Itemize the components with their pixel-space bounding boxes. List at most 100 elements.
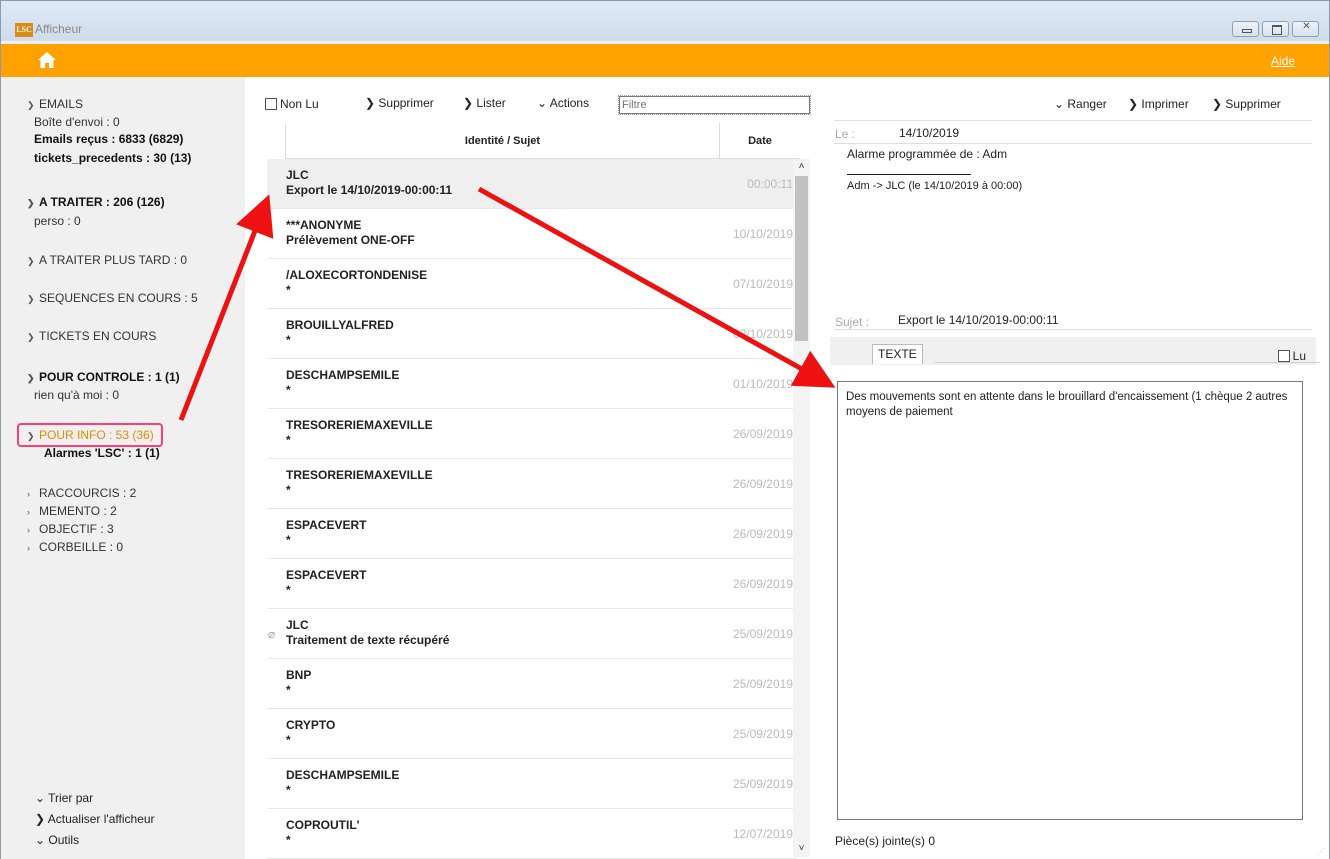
chevron-right-icon: › xyxy=(27,543,30,553)
row-subject: * xyxy=(286,833,291,847)
row-date: 25/09/2019 xyxy=(732,727,793,741)
message-row[interactable]: ESPACEVERT * 26/09/2019 xyxy=(267,559,797,609)
maximize-button[interactable] xyxy=(1262,21,1289,37)
lu-toggle[interactable]: Lu xyxy=(1277,349,1306,363)
message-row[interactable]: DESCHAMPSEMILE * 25/09/2019 xyxy=(267,759,797,809)
window-title: Afficheur xyxy=(35,22,83,36)
message-row[interactable]: /ALOXECORTONDENISE * 07/10/2019 xyxy=(267,259,797,309)
message-row[interactable]: JLC Export le 14/10/2019-00:00:11 00:00:11 xyxy=(267,159,797,209)
row-date: 25/09/2019 xyxy=(732,777,793,791)
message-row[interactable]: TRESORERIEMAXEVILLE * 26/09/2019 xyxy=(267,409,797,459)
message-rows: JLC Export le 14/10/2019-00:00:11 00:00:11… xyxy=(267,159,797,859)
ranger-button[interactable]: ⌄ Ranger xyxy=(1054,97,1107,111)
row-date: 07/10/2019 xyxy=(732,277,793,291)
message-row[interactable]: ***ANONYME Prélèvement ONE-OFF 10/10/2019 xyxy=(267,209,797,259)
folder-pour-controle[interactable]: ❯ POUR CONTROLE : 1 (1) xyxy=(27,370,180,384)
folder-tickets-en-cours[interactable]: ❯ TICKETS EN COURS xyxy=(27,329,156,343)
le-label: Le : xyxy=(835,127,856,141)
message-list-panel: Non Lu ❯ Supprimer ❯ Lister ⌄ Actions Id… xyxy=(245,77,818,859)
message-row[interactable]: ⌀ JLC Traitement de texte récupéré 25/09/20… xyxy=(267,609,797,659)
scroll-up-icon[interactable]: ˄ xyxy=(793,159,810,175)
folder-boite-envoi[interactable]: Boîte d'envoi : 0 xyxy=(34,115,120,129)
row-identity: /ALOXECORTONDENISE xyxy=(286,268,428,282)
message-row[interactable]: BNP * 25/09/2019 xyxy=(267,659,797,709)
list-scrollbar[interactable]: ˄ ˅ xyxy=(793,159,810,857)
chevron-down-icon: ❯ xyxy=(27,100,35,110)
folder-emails[interactable]: ❯ EMAILS xyxy=(27,97,83,111)
row-subject: * xyxy=(286,483,291,497)
scroll-thumb[interactable] xyxy=(795,176,808,341)
imprimer-button[interactable]: ❯ Imprimer xyxy=(1128,97,1189,111)
message-row[interactable]: BROUILLYALFRED * 02/10/2019 xyxy=(267,309,797,359)
folder-a-traiter[interactable]: ❯ A TRAITER : 206 (126) xyxy=(27,195,165,209)
row-identity: ESPACEVERT xyxy=(286,518,367,532)
app-window: LSC Afficheur Aide ❯EMAILS Boîte d'envoi… xyxy=(0,0,1330,859)
folder-rien-qua-moi[interactable]: rien qu'à moi : 0 xyxy=(34,388,119,402)
aide-link[interactable]: Aide xyxy=(1271,54,1295,68)
chevron-down-icon: ⌄ xyxy=(537,96,550,110)
non-lu-filter[interactable]: Non Lu xyxy=(265,97,319,111)
title-bar: LSC Afficheur xyxy=(1,1,1329,41)
row-identity: TRESORERIEMAXEVILLE xyxy=(286,418,433,432)
row-subject: * xyxy=(286,333,291,347)
row-date: 25/09/2019 xyxy=(732,627,793,641)
chevron-down-icon: ❯ xyxy=(27,198,35,208)
message-row[interactable]: ESPACEVERT * 26/09/2019 xyxy=(267,509,797,559)
non-lu-checkbox[interactable] xyxy=(265,98,277,110)
resize-grip-icon[interactable]: ⋰ xyxy=(1317,847,1325,856)
folder-a-traiter-plus-tard[interactable]: ❯ A TRAITER PLUS TARD : 0 xyxy=(27,253,187,267)
lister-button[interactable]: ❯ Lister xyxy=(463,96,506,110)
message-row[interactable]: DESCHAMPSEMILE * 01/10/2019 xyxy=(267,359,797,409)
chevron-down-icon: ⌄ xyxy=(1054,97,1068,111)
supprimer-detail-button[interactable]: ❯ Supprimer xyxy=(1212,97,1281,111)
folder-perso[interactable]: perso : 0 xyxy=(34,214,81,228)
highlight-box xyxy=(17,423,163,447)
scroll-down-icon[interactable]: ˅ xyxy=(793,841,810,857)
folder-corbeille[interactable]: › CORBEILLE : 0 xyxy=(27,540,123,554)
supprimer-button[interactable]: ❯ Supprimer xyxy=(365,96,434,110)
minimize-button[interactable] xyxy=(1232,21,1259,37)
chevron-right-icon: ❯ xyxy=(463,96,477,110)
chevron-down-icon: ⌄ xyxy=(35,833,49,847)
row-subject: * xyxy=(286,783,291,797)
message-row[interactable]: CRYPTO * 25/09/2019 xyxy=(267,709,797,759)
message-body[interactable]: Des mouvements sont en attente dans le b… xyxy=(837,381,1303,820)
chevron-right-icon: ❯ xyxy=(1212,97,1226,111)
trier-par-button[interactable]: ⌄ Trier par xyxy=(35,791,155,812)
outils-button[interactable]: ⌄ Outils xyxy=(35,833,155,854)
folder-tickets-precedents[interactable]: tickets_precedents : 30 (13) xyxy=(34,151,191,165)
actions-button[interactable]: ⌄ Actions xyxy=(537,96,589,110)
chevron-down-icon: ⌄ xyxy=(35,791,49,805)
message-row[interactable]: TRESORERIEMAXEVILLE * 26/09/2019 xyxy=(267,459,797,509)
home-icon[interactable] xyxy=(37,50,57,70)
row-identity: TRESORERIEMAXEVILLE xyxy=(286,468,433,482)
lu-checkbox[interactable] xyxy=(1277,350,1290,362)
divider xyxy=(834,329,1312,330)
chevron-down-icon: ❯ xyxy=(27,256,35,266)
folder-emails-recus[interactable]: Emails reçus : 6833 (6829) xyxy=(34,132,183,146)
actualiser-button[interactable]: ❯ Actualiser l'afficheur xyxy=(35,812,155,833)
filter-input[interactable] xyxy=(618,95,811,115)
row-subject: Prélèvement ONE-OFF xyxy=(286,233,415,247)
folder-raccourcis[interactable]: › RACCOURCIS : 2 xyxy=(27,486,136,500)
folder-alarmes-lsc[interactable]: Alarmes 'LSC' : 1 (1) xyxy=(44,446,160,460)
list-header: Identité / Sujet Date xyxy=(285,123,800,159)
folder-sequences[interactable]: ❯ SEQUENCES EN COURS : 5 xyxy=(27,291,198,305)
close-button[interactable] xyxy=(1292,21,1320,37)
app-logo: LSC xyxy=(15,23,33,37)
folder-objectif[interactable]: › OBJECTIF : 3 xyxy=(27,522,114,536)
chevron-right-icon: ❯ xyxy=(1128,97,1142,111)
folder-memento[interactable]: › MEMENTO : 2 xyxy=(27,504,117,518)
message-row[interactable]: COPROUTIL' * 12/07/2019 xyxy=(267,809,797,859)
adm-history: Adm -> JLC (le 14/10/2019 à 00:00) xyxy=(847,180,1023,192)
paperclip-icon: ⌀ xyxy=(268,627,276,641)
le-value: 14/10/2019 xyxy=(899,126,960,140)
tab-texte[interactable]: TEXTE xyxy=(872,344,923,364)
column-identite-sujet[interactable]: Identité / Sujet xyxy=(285,123,720,159)
chevron-down-icon: ❯ xyxy=(27,373,35,383)
row-date: 26/09/2019 xyxy=(732,427,793,441)
row-identity: JLC xyxy=(286,618,309,632)
row-date: 12/07/2019 xyxy=(732,827,793,841)
column-date[interactable]: Date xyxy=(720,123,800,159)
row-date: 26/09/2019 xyxy=(732,477,793,491)
